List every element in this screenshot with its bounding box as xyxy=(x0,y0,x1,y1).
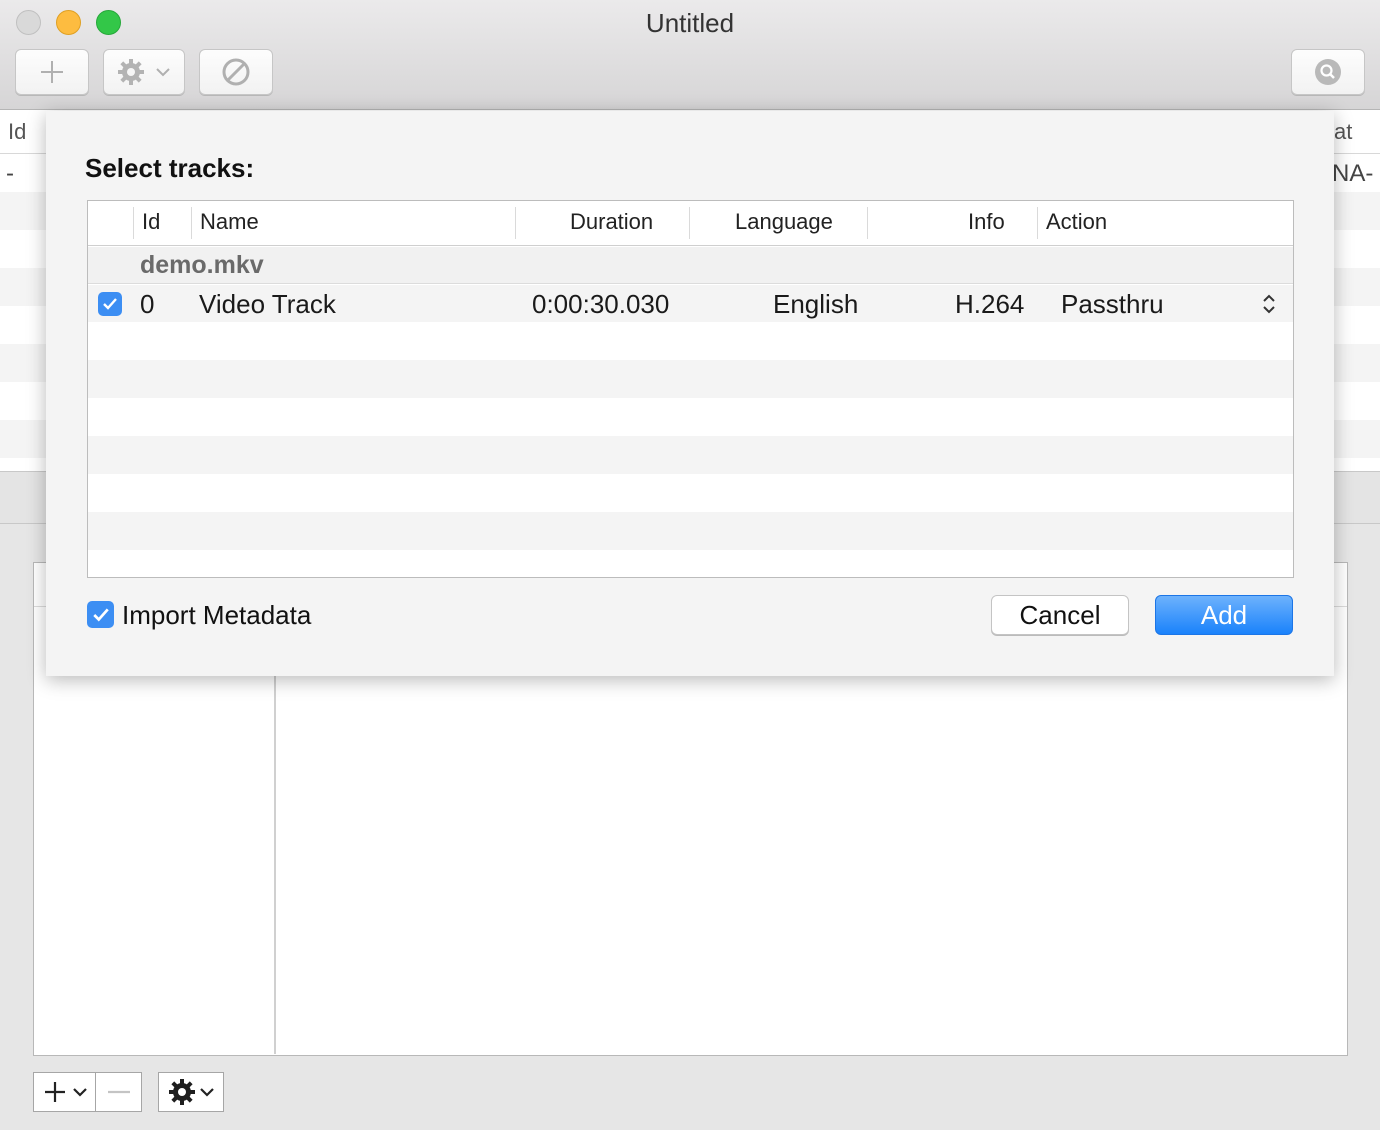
col-header-action[interactable]: Action xyxy=(1046,209,1107,235)
updown-chevron-icon xyxy=(1263,294,1275,314)
details-pane-divider[interactable] xyxy=(274,676,276,1054)
plus-icon xyxy=(41,61,63,83)
column-separator xyxy=(515,207,516,239)
col-header-id[interactable]: Id xyxy=(142,209,160,235)
track-select-checkbox[interactable] xyxy=(98,292,122,316)
plus-icon xyxy=(44,1082,65,1102)
add-track-menu-button[interactable] xyxy=(33,1072,96,1112)
prohibited-icon xyxy=(222,58,250,86)
tracks-table: Id Name Duration Language Info Action de… xyxy=(87,200,1294,578)
track-language: English xyxy=(773,289,859,319)
add-button[interactable]: Add xyxy=(1155,595,1293,635)
main-col-id[interactable]: Id xyxy=(8,119,26,145)
stop-button[interactable] xyxy=(199,49,273,95)
import-metadata-label[interactable]: Import Metadata xyxy=(122,600,311,631)
table-row[interactable]: 0 Video Track 0:00:30.030 English H.264 … xyxy=(88,285,1293,322)
empty-row xyxy=(88,398,1293,436)
window-title: Untitled xyxy=(645,8,735,38)
search-button[interactable] xyxy=(1291,49,1365,95)
main-row-id: - xyxy=(6,160,14,187)
track-actions-menu-button[interactable] xyxy=(158,1072,224,1112)
col-header-info[interactable]: Info xyxy=(968,209,1005,235)
empty-row xyxy=(88,436,1293,474)
column-separator xyxy=(1037,207,1038,239)
minus-icon xyxy=(107,1090,130,1094)
select-tracks-sheet: Select tracks: Id Name Duration Language… xyxy=(46,111,1334,676)
file-group-name: demo.mkv xyxy=(140,251,264,279)
column-separator xyxy=(191,207,192,239)
search-icon xyxy=(1315,59,1341,85)
column-separator xyxy=(689,207,690,239)
empty-row xyxy=(88,474,1293,512)
gear-icon xyxy=(118,59,144,85)
col-header-name[interactable]: Name xyxy=(200,209,259,235)
empty-row xyxy=(88,322,1293,360)
tracks-table-header: Id Name Duration Language Info Action xyxy=(88,201,1293,246)
column-separator xyxy=(867,207,868,239)
cancel-button[interactable]: Cancel xyxy=(991,595,1129,635)
empty-row xyxy=(88,512,1293,550)
chevron-down-icon xyxy=(156,68,170,77)
window-titlebar: Untitled xyxy=(0,0,1380,110)
track-duration: 0:00:30.030 xyxy=(532,289,670,319)
add-item-button[interactable] xyxy=(15,49,89,95)
main-col-format[interactable]: at xyxy=(1334,119,1352,145)
remove-track-button[interactable] xyxy=(95,1072,142,1112)
gear-icon xyxy=(169,1079,195,1105)
sheet-title: Select tracks: xyxy=(85,153,255,183)
main-row-format: NA- xyxy=(1332,160,1374,187)
checkmark-icon xyxy=(103,298,117,310)
col-header-duration[interactable]: Duration xyxy=(570,209,653,235)
import-metadata-checkbox[interactable] xyxy=(87,601,114,628)
file-group-row: demo.mkv xyxy=(88,247,1293,284)
track-name: Video Track xyxy=(199,289,336,319)
chevron-down-icon xyxy=(72,1088,87,1097)
empty-row xyxy=(88,360,1293,398)
chevron-down-icon xyxy=(200,1088,214,1097)
column-separator xyxy=(133,207,134,239)
track-id: 0 xyxy=(140,289,155,319)
checkmark-icon xyxy=(92,607,109,621)
track-info: H.264 xyxy=(955,289,1025,319)
track-action-popup[interactable]: Passthru xyxy=(1048,285,1288,322)
action-menu-button[interactable] xyxy=(103,49,185,95)
track-action-value: Passthru xyxy=(1061,289,1164,319)
col-header-language[interactable]: Language xyxy=(735,209,833,235)
